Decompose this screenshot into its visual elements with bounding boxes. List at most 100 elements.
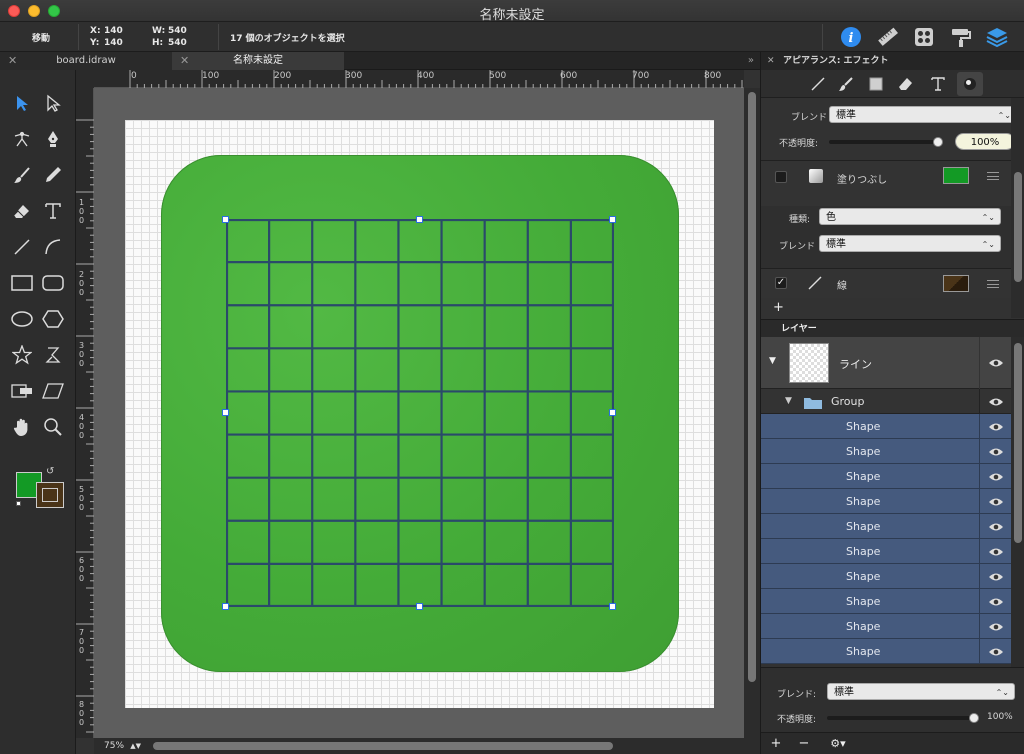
arrange-icon[interactable] xyxy=(911,24,937,50)
w-value[interactable]: 540 xyxy=(168,26,187,36)
direct-select-icon[interactable] xyxy=(40,90,66,116)
eye-icon[interactable] xyxy=(979,589,1011,614)
disclosure-triangle-icon[interactable]: ▼ xyxy=(785,396,792,406)
opacity-slider[interactable] xyxy=(829,140,941,144)
line-tool-icon[interactable] xyxy=(9,234,35,260)
eraser-tool-icon[interactable] xyxy=(9,198,35,224)
layer-row-shape[interactable]: Shape xyxy=(761,539,1011,564)
eye-icon[interactable] xyxy=(979,539,1011,564)
layer-blend-select[interactable]: 標準 ⌃⌄ xyxy=(827,683,1015,700)
arc-tool-icon[interactable] xyxy=(40,234,66,260)
frame-tool-icon[interactable] xyxy=(9,378,35,404)
kind-select[interactable]: 色 ⌃⌄ xyxy=(819,208,1001,225)
layer-row-shape[interactable]: Shape xyxy=(761,614,1011,639)
tab-untitled[interactable]: ✕ 名称未設定 xyxy=(172,52,344,70)
opacity-slider-knob[interactable] xyxy=(933,137,943,147)
layer-opacity-slider[interactable] xyxy=(827,716,977,720)
blend2-select[interactable]: 標準 ⌃⌄ xyxy=(819,235,1001,252)
appearance-scrollbar[interactable] xyxy=(1011,98,1024,318)
eye-icon[interactable] xyxy=(979,337,1011,389)
shape-name[interactable]: Shape xyxy=(846,520,880,533)
brush-style-icon[interactable] xyxy=(833,72,859,96)
gear-menu-icon[interactable]: ⚙▾ xyxy=(823,735,853,753)
shape-name[interactable]: Shape xyxy=(846,445,880,458)
layer-row-shape[interactable]: Shape xyxy=(761,439,1011,464)
text-tool-icon[interactable] xyxy=(40,198,66,224)
eye-icon[interactable] xyxy=(979,514,1011,539)
layer-row-shape[interactable]: Shape xyxy=(761,564,1011,589)
shape-name[interactable]: Shape xyxy=(846,495,880,508)
layer-row-shape[interactable]: Shape xyxy=(761,514,1011,539)
layer-row-shape[interactable]: Shape xyxy=(761,489,1011,514)
remove-layer-button[interactable]: − xyxy=(793,735,815,753)
selection-handle[interactable] xyxy=(222,216,229,223)
default-colors-icon[interactable] xyxy=(16,501,21,506)
text-style-icon[interactable] xyxy=(925,72,951,96)
fill-menu-icon[interactable] xyxy=(987,172,999,180)
fill-style-icon[interactable] xyxy=(863,72,889,96)
polygon-tool-icon[interactable] xyxy=(40,306,66,332)
spiral-tool-icon[interactable] xyxy=(40,342,66,368)
rounded-rectangle-tool-icon[interactable] xyxy=(40,270,66,296)
scroll-thumb[interactable] xyxy=(153,742,613,750)
tab-board-idraw[interactable]: ✕ board.idraw xyxy=(0,52,172,70)
scroll-thumb[interactable] xyxy=(1014,343,1022,543)
layers-scrollbar[interactable] xyxy=(1011,337,1024,667)
zoom-select[interactable]: 75% ▲▼ xyxy=(94,738,145,754)
fill-color-well[interactable] xyxy=(943,167,969,184)
star-tool-icon[interactable] xyxy=(9,342,35,368)
paint-roller-icon[interactable] xyxy=(948,24,974,50)
scroll-thumb[interactable] xyxy=(748,92,756,682)
close-tab-icon[interactable]: ✕ xyxy=(180,52,189,70)
scroll-thumb[interactable] xyxy=(1014,172,1022,282)
eye-icon[interactable] xyxy=(979,389,1011,414)
brush-tool-icon[interactable] xyxy=(9,162,35,188)
ruler-icon[interactable] xyxy=(874,24,900,50)
pen-tool-icon[interactable] xyxy=(40,126,66,152)
layer-row-shape[interactable]: Shape xyxy=(761,639,1011,664)
info-icon[interactable]: i xyxy=(838,24,864,50)
shape-name[interactable]: Shape xyxy=(846,420,880,433)
add-layer-button[interactable]: + xyxy=(765,735,787,753)
layer-opacity-knob[interactable] xyxy=(969,713,979,723)
eraser-style-icon[interactable] xyxy=(893,72,919,96)
close-tab-icon[interactable]: ✕ xyxy=(8,52,17,70)
layer-row-shape[interactable]: Shape xyxy=(761,589,1011,614)
stroke-color-swatch[interactable] xyxy=(36,482,64,508)
selection-handle[interactable] xyxy=(416,216,423,223)
add-effect-button[interactable]: + xyxy=(773,300,784,315)
stroke-menu-icon[interactable] xyxy=(987,280,999,288)
rectangle-tool-icon[interactable] xyxy=(9,270,35,296)
fill-checkbox[interactable] xyxy=(775,171,787,183)
layer-row-line[interactable]: ▼ ライン xyxy=(761,337,1011,389)
parallelogram-tool-icon[interactable] xyxy=(40,378,66,404)
layer-row-shape[interactable]: Shape xyxy=(761,414,1011,439)
selection-arrow-icon[interactable] xyxy=(9,90,35,116)
stroke-checkbox[interactable]: ✓ xyxy=(775,277,787,289)
shape-name[interactable]: Shape xyxy=(846,470,880,483)
disclosure-triangle-icon[interactable]: ▼ xyxy=(769,356,776,366)
layer-row-group[interactable]: ▼ Group xyxy=(761,389,1011,414)
layer-row-shape[interactable]: Shape xyxy=(761,464,1011,489)
opacity-field[interactable]: 100% xyxy=(955,133,1015,150)
hand-tool-icon[interactable] xyxy=(9,414,35,440)
selection-handle[interactable] xyxy=(222,603,229,610)
blend-select[interactable]: 標準 ⌃⌄ xyxy=(829,106,1017,123)
ellipse-tool-icon[interactable] xyxy=(9,306,35,332)
pencil-tool-icon[interactable] xyxy=(40,162,66,188)
selection-handle[interactable] xyxy=(609,603,616,610)
stroke-color-well[interactable] xyxy=(943,275,969,292)
eye-icon[interactable] xyxy=(979,489,1011,514)
swap-colors-icon[interactable]: ↺ xyxy=(46,466,54,477)
stroke-style-icon[interactable] xyxy=(805,72,831,96)
eye-icon[interactable] xyxy=(979,614,1011,639)
layer-name[interactable]: ライン xyxy=(839,356,872,372)
h-value[interactable]: 540 xyxy=(168,38,187,48)
node-tool-icon[interactable] xyxy=(9,126,35,152)
eye-icon[interactable] xyxy=(979,464,1011,489)
shape-name[interactable]: Shape xyxy=(846,570,880,583)
layers-icon[interactable] xyxy=(984,24,1010,50)
shape-name[interactable]: Shape xyxy=(846,545,880,558)
canvas-horizontal-scrollbar[interactable] xyxy=(145,738,760,754)
eye-icon[interactable] xyxy=(979,639,1011,664)
